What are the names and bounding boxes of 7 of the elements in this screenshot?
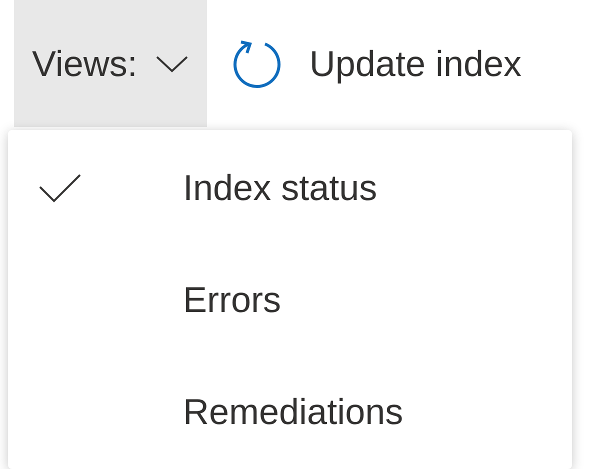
- views-dropdown-button[interactable]: Views:: [14, 0, 208, 127]
- update-index-button[interactable]: Update index: [207, 0, 522, 127]
- menu-item[interactable]: Remediations: [8, 356, 572, 468]
- refresh-icon: [231, 38, 284, 90]
- chevron-down-icon: [155, 54, 190, 74]
- menu-item[interactable]: Errors: [8, 244, 572, 356]
- menu-item[interactable]: Index status: [8, 132, 572, 244]
